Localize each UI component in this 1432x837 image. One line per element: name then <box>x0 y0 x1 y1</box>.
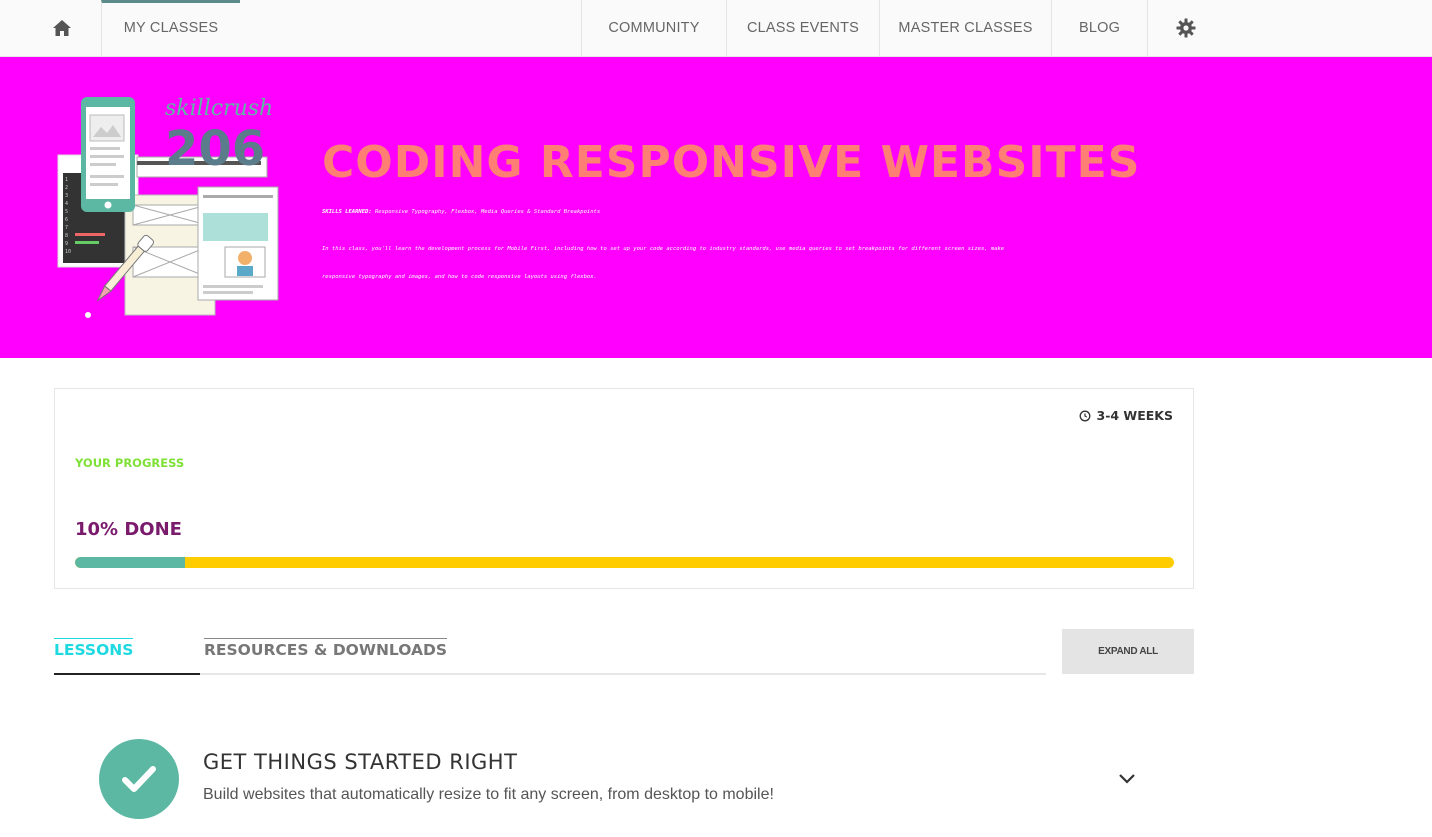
tab-resources-label: RESOURCES & DOWNLOADS <box>204 638 448 659</box>
progress-percent: 10% DONE <box>75 519 182 540</box>
home-button[interactable] <box>22 0 102 56</box>
clock-icon <box>1079 410 1090 421</box>
logo-number: 206 <box>165 121 265 177</box>
tab-resources-downloads[interactable]: RESOURCES & DOWNLOADS <box>204 638 464 675</box>
progress-label: YOUR PROGRESS <box>75 456 185 470</box>
logo-text: skillcrush <box>165 96 273 121</box>
tab-lessons-label: LESSONS <box>54 638 134 659</box>
chevron-down-icon <box>1119 774 1135 784</box>
nav-class-events[interactable]: CLASS EVENTS <box>726 0 879 56</box>
settings-button[interactable] <box>1147 0 1223 56</box>
svg-text:3: 3 <box>65 193 68 199</box>
lesson-title: GET THINGS STARTED RIGHT <box>203 750 518 774</box>
tabs-underline <box>54 673 1046 675</box>
nav-master-classes[interactable]: MASTER CLASSES <box>879 0 1051 56</box>
skills-list: Responsive Typography, Flexbox, Media Qu… <box>374 209 601 215</box>
progress-card: 3-4 WEEKS YOUR PROGRESS 10% DONE <box>54 388 1194 589</box>
progress-bar <box>75 557 1174 568</box>
svg-text:8: 8 <box>65 233 68 239</box>
svg-text:4: 4 <box>65 201 68 207</box>
top-navigation: MY CLASSES COMMUNITY CLASS EVENTS MASTER… <box>0 0 1432 57</box>
svg-text:9: 9 <box>65 241 68 247</box>
class-hero-banner: 1 2 3 4 5 6 7 8 9 10 skillcrush 206 CODING RES… <box>0 57 1432 358</box>
gear-icon <box>1176 18 1195 38</box>
lesson-subtitle: Build websites that automatically resize… <box>203 786 774 803</box>
svg-text:6: 6 <box>65 217 68 223</box>
class-duration: 3-4 WEEKS <box>1079 408 1174 423</box>
svg-text:5: 5 <box>65 209 68 215</box>
nav-community[interactable]: COMMUNITY <box>581 0 726 56</box>
nav-my-classes[interactable]: MY CLASSES <box>101 0 240 56</box>
checkmark-icon <box>122 766 156 792</box>
tab-lessons[interactable]: LESSONS <box>54 638 200 675</box>
duration-text: 3-4 WEEKS <box>1096 408 1174 423</box>
lesson-item[interactable]: GET THINGS STARTED RIGHT Build websites … <box>54 730 1194 837</box>
lesson-complete-badge <box>99 739 179 819</box>
expand-all-button[interactable]: EXPAND ALL <box>1062 629 1194 674</box>
nav-blog[interactable]: BLOG <box>1051 0 1147 56</box>
svg-text:1: 1 <box>65 177 68 183</box>
class-illustration: 1 2 3 4 5 6 7 8 9 10 skillcrush 206 <box>57 96 279 318</box>
svg-text:2: 2 <box>65 185 68 191</box>
skills-learned: SKILLS LEARNED: Responsive Typography, F… <box>322 209 600 215</box>
progress-bar-fill <box>75 557 185 568</box>
class-description: In this class, you'll learn the developm… <box>322 246 1005 280</box>
skills-label: SKILLS LEARNED: <box>322 209 372 215</box>
svg-text:7: 7 <box>65 225 68 231</box>
svg-text:10: 10 <box>65 249 71 255</box>
class-title: CODING RESPONSIVE WEBSITES <box>322 137 1141 188</box>
home-icon <box>53 20 71 36</box>
lesson-expand-toggle[interactable] <box>1116 768 1138 790</box>
